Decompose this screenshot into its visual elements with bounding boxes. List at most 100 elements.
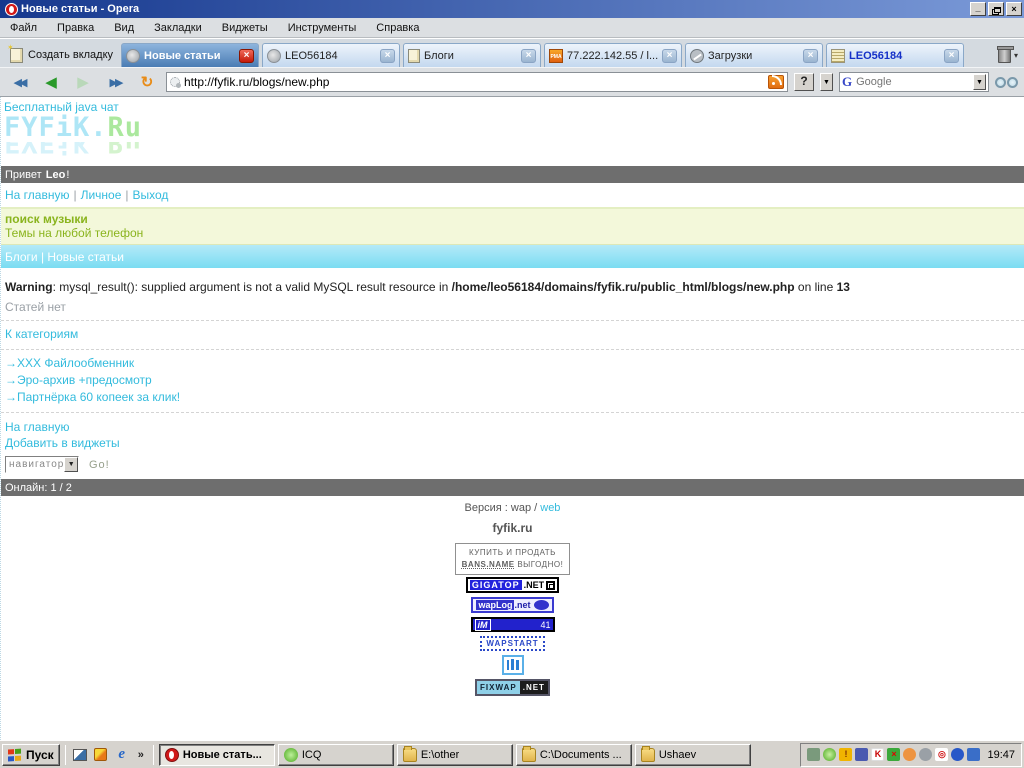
display-settings-icon[interactable] <box>967 748 981 761</box>
transfers-icon <box>690 48 705 63</box>
site-logo[interactable]: FYFiK.Ru FYFiK.Ru <box>1 114 1024 166</box>
tab-close-icon[interactable]: × <box>239 48 255 63</box>
personal-link[interactable]: Личное <box>81 188 122 202</box>
menu-bookmarks[interactable]: Закладки <box>144 20 212 36</box>
menu-help[interactable]: Справка <box>366 20 429 36</box>
target-icon[interactable]: ◎ <box>935 748 949 761</box>
stats-bars-icon[interactable] <box>501 655 524 675</box>
home-link[interactable]: На главную <box>5 188 69 202</box>
close-button[interactable]: × <box>1006 2 1022 16</box>
footer-home-link[interactable]: На главную <box>5 419 1024 435</box>
tab-close-icon[interactable]: × <box>944 48 960 63</box>
clock[interactable]: 19:47 <box>987 749 1015 761</box>
tab-close-icon[interactable]: × <box>803 48 819 63</box>
select-dropdown-icon[interactable]: ▼ <box>64 457 78 472</box>
page-icon <box>170 77 181 88</box>
closed-tabs-button[interactable]: ▾ <box>994 46 1022 67</box>
gigatop-icon <box>546 580 556 590</box>
address-input[interactable] <box>184 75 764 89</box>
page-globe-icon <box>267 48 282 63</box>
separator <box>152 744 154 765</box>
network-places-icon[interactable] <box>855 748 869 761</box>
security-alert-icon[interactable]: ! <box>839 748 853 761</box>
navigator-select[interactable]: навигатор ▼ <box>5 456 79 473</box>
tab-phpmyadmin[interactable]: PMA 77.222.142.55 / l... × <box>544 43 683 67</box>
banner-gigatop[interactable]: GIGATOP .NET <box>465 577 560 593</box>
window-titlebar[interactable]: Новые статьи - Opera _ × <box>0 0 1024 18</box>
menu-bar: Файл Правка Вид Закладки Виджеты Инструм… <box>0 18 1024 38</box>
task-icq[interactable]: ICQ <box>277 743 394 766</box>
tab-close-icon[interactable]: × <box>662 48 678 63</box>
phpmyadmin-icon: PMA <box>549 48 564 63</box>
editor-icon[interactable] <box>92 746 110 764</box>
new-tab-button[interactable]: Создать вкладку <box>2 43 121 67</box>
banner-wapstart[interactable]: WAPSTART <box>480 636 545 651</box>
task-opera[interactable]: Новые стать... <box>158 743 275 766</box>
tab-leo56184-1[interactable]: LEO56184 × <box>262 43 401 67</box>
menu-tools[interactable]: Инструменты <box>278 20 367 36</box>
back-button[interactable]: ◀ <box>38 73 64 91</box>
downloader-icon[interactable] <box>951 748 965 761</box>
kaspersky-icon[interactable]: K <box>871 748 885 761</box>
go-button[interactable]: Go! <box>89 459 110 471</box>
volume-icon[interactable] <box>919 748 933 761</box>
help-button[interactable]: ? <box>794 73 814 91</box>
agent-icon[interactable] <box>903 748 917 761</box>
menu-edit[interactable]: Правка <box>47 20 104 36</box>
rewind-button[interactable]: ◀◀ <box>6 76 32 89</box>
tab-leo56184-2[interactable]: LEO56184 × <box>826 43 965 67</box>
search-dropdown-arrow[interactable]: ▼ <box>973 74 986 90</box>
add-widgets-link[interactable]: Добавить в виджеты <box>5 435 1024 451</box>
banner-waplog[interactable]: wapLog .net <box>471 597 554 613</box>
category-link-files[interactable]: →XXX Файлообменник <box>5 355 1024 372</box>
internet-explorer-icon[interactable]: e <box>113 746 131 764</box>
tab-new-articles[interactable]: Новые статьи × <box>121 43 260 67</box>
search-input[interactable] <box>856 76 969 88</box>
folder-icon <box>640 745 655 762</box>
web-version-link[interactable]: web <box>540 502 560 514</box>
search-box[interactable]: G ▼ <box>839 72 989 92</box>
waplog-icon <box>533 600 549 610</box>
opera-icon <box>5 2 18 16</box>
task-folder-e-other[interactable]: E:\other <box>396 743 513 766</box>
help-dropdown-arrow[interactable]: ▼ <box>820 73 833 91</box>
zoom-glasses-icon[interactable] <box>995 76 1018 88</box>
themes-link[interactable]: Темы на любой телефон <box>5 226 143 240</box>
reload-button[interactable]: ↻ <box>134 73 160 91</box>
restore-button[interactable] <box>988 2 1004 16</box>
card-reader-icon[interactable] <box>807 748 821 761</box>
tab-blogs[interactable]: Блоги × <box>403 43 542 67</box>
address-bar[interactable] <box>166 72 788 92</box>
window-controls: _ × <box>970 2 1022 16</box>
fast-forward-button[interactable]: ▶▶ <box>102 76 128 89</box>
categories-section: К категориям <box>1 321 1024 350</box>
forward-button[interactable]: ▶ <box>70 73 96 91</box>
tab-downloads[interactable]: Загрузки × <box>685 43 824 67</box>
java-chat-link[interactable]: Бесплатный java чат <box>1 97 1024 114</box>
tab-close-icon[interactable]: × <box>380 48 396 63</box>
network-error-icon[interactable]: × <box>887 748 901 761</box>
logout-link[interactable]: Выход <box>133 188 169 202</box>
quicklaunch-overflow-chevron[interactable]: » <box>134 749 148 761</box>
tab-close-icon[interactable]: × <box>521 48 537 63</box>
address-toolbar: ◀◀ ◀ ▶ ▶▶ ↻ ? ▼ G ▼ <box>0 67 1024 97</box>
navigator-row: навигатор ▼ Go! <box>1 453 1024 479</box>
minimize-button[interactable]: _ <box>970 2 986 16</box>
banner-bansname[interactable]: КУПИТЬ И ПРОДАТЬ BANS.NAME ВЫГОДНО! <box>454 543 571 575</box>
show-desktop-icon[interactable] <box>71 746 89 764</box>
menu-file[interactable]: Файл <box>0 20 47 36</box>
task-folder-documents[interactable]: C:\Documents ... <box>515 743 632 766</box>
banner-im-counter[interactable]: iM 41 <box>470 617 555 632</box>
php-warning: Warning: mysql_result(): supplied argume… <box>5 280 850 294</box>
icq-tray-icon[interactable] <box>823 748 837 761</box>
banner-fixwap[interactable]: FIXWAP .NET <box>475 679 550 696</box>
menu-widgets[interactable]: Виджеты <box>212 20 278 36</box>
menu-view[interactable]: Вид <box>104 20 144 36</box>
category-link-archive[interactable]: →Эро-архив +предосмотр <box>5 372 1024 389</box>
counter-value: 41 <box>540 619 551 630</box>
rss-icon[interactable] <box>768 75 784 89</box>
category-link-partner[interactable]: →Партнёрка 60 копеек за клик! <box>5 389 1024 406</box>
task-folder-ushaev[interactable]: Ushaev <box>634 743 751 766</box>
start-button[interactable]: Пуск <box>2 743 60 766</box>
categories-link[interactable]: К категориям <box>5 326 1024 343</box>
